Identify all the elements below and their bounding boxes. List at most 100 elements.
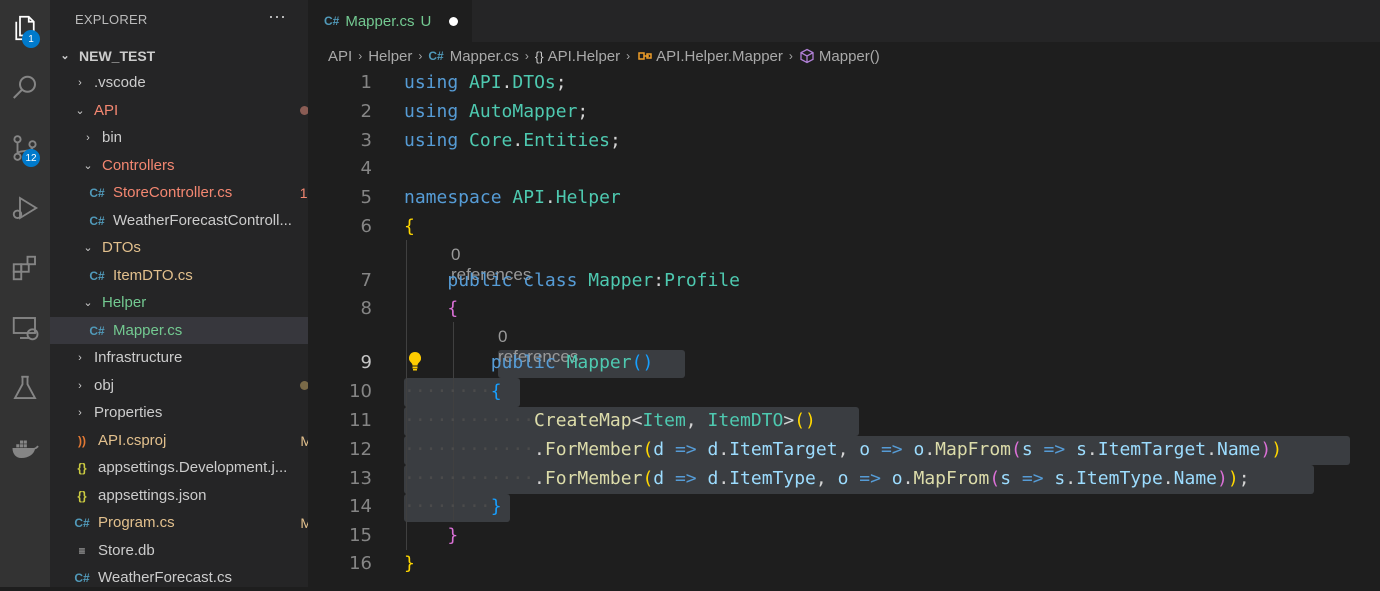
code-line: }: [447, 525, 459, 546]
code-line: {: [404, 216, 415, 237]
tree-item-label: API.csproj: [98, 432, 167, 449]
line-number: 12: [349, 439, 372, 460]
line-number: 4: [360, 158, 372, 179]
line-number: 11: [349, 410, 372, 431]
search-icon[interactable]: [0, 64, 50, 112]
tree-item-appsettings-dev[interactable]: {} appsettings.Development.j...: [50, 454, 332, 481]
tree-item-mapper[interactable]: C# Mapper.cs U: [50, 317, 347, 344]
tree-item-apicsproj[interactable]: )) API.csproj M: [50, 427, 332, 454]
tree-item-program[interactable]: C# Program.cs M: [50, 509, 332, 536]
line-number: 5: [360, 187, 372, 208]
tree-item-label: .vscode: [94, 74, 146, 91]
tree-item-label: ItemDTO.cs: [113, 267, 193, 284]
code-line: public Mapper(): [490, 352, 654, 373]
code-line: ········{: [404, 381, 502, 402]
database-file-icon: ≡: [78, 543, 86, 558]
breadcrumb-item[interactable]: Mapper.cs: [450, 48, 519, 65]
line-number: 9: [360, 352, 372, 373]
activity-bar: 1 12: [0, 0, 50, 587]
tree-item-label: DTOs: [102, 239, 141, 256]
line-number: 13: [349, 468, 372, 489]
extensions-icon[interactable]: [0, 244, 50, 292]
breadcrumb: API › Helper › C# Mapper.cs › {} API.Hel…: [328, 44, 880, 68]
code-line: using Core.Entities;: [404, 130, 621, 151]
unsaved-dot-icon[interactable]: [449, 16, 459, 26]
csharp-file-icon: C#: [89, 323, 105, 338]
run-debug-icon[interactable]: [0, 184, 50, 232]
json-file-icon: {}: [77, 460, 87, 475]
tree-item-label: appsettings.Development.j...: [98, 459, 288, 476]
code-line: ············CreateMap<Item, ItemDTO>(): [404, 410, 816, 431]
chevron-down-icon: ⌄: [83, 297, 93, 309]
remote-explorer-icon[interactable]: [0, 304, 50, 352]
tree-item-properties[interactable]: › Properties: [50, 399, 331, 426]
csharp-file-icon: C#: [428, 49, 444, 63]
tree-item-label: Infrastructure: [94, 349, 183, 366]
code-line: ············.ForMember(d => d.ItemTarget…: [404, 439, 1283, 460]
tree-item-label: Program.cs: [98, 514, 175, 531]
line-number: 8: [360, 298, 372, 319]
tree-item-itemdto[interactable]: C# ItemDTO.cs 4: [50, 262, 347, 289]
chevron-right-icon: ›: [788, 49, 793, 63]
tree-item-label: Properties: [94, 404, 163, 421]
docker-icon[interactable]: [0, 424, 50, 472]
source-control-badge: 12: [22, 149, 40, 167]
code-line: ········}: [404, 496, 502, 517]
tree-item-weatherforecastcontroller[interactable]: C# WeatherForecastControll...: [50, 207, 347, 234]
tree-item-bin[interactable]: › bin: [50, 124, 339, 151]
explorer-title: EXPLORER: [75, 12, 148, 27]
tree-item-helper[interactable]: ⌄ Helper: [50, 289, 339, 316]
explorer-sidebar: EXPLORER ··· ⌄ NEW_TEST › .vscode ⌄ API …: [50, 0, 347, 587]
breadcrumb-item[interactable]: Mapper(): [819, 48, 880, 65]
tree-item-vscode[interactable]: › .vscode: [50, 69, 331, 96]
tree-item-label: Mapper.cs: [113, 322, 183, 339]
chevron-right-icon: ›: [78, 351, 82, 364]
chevron-right-icon: ›: [524, 49, 529, 63]
tree-item-storedb[interactable]: ≡ Store.db: [50, 537, 332, 564]
tree-item-storecontroller[interactable]: C# StoreController.cs 1, M: [50, 179, 347, 206]
breadcrumb-item[interactable]: API.Helper: [548, 48, 621, 65]
rss-file-icon: )): [78, 433, 86, 448]
breadcrumb-item[interactable]: Helper: [368, 48, 412, 65]
tree-item-label: WeatherForecastControll...: [113, 212, 292, 229]
chevron-right-icon: ›: [418, 49, 423, 63]
workspace-root-label: NEW_TEST: [79, 47, 156, 64]
workspace-root[interactable]: ⌄ NEW_TEST: [50, 42, 316, 69]
editor-area: C# Mapper.cs U API › Helper › C# Mapper.…: [308, 0, 1380, 587]
tree-item-label: appsettings.json: [98, 487, 207, 504]
tree-item-obj[interactable]: › obj: [50, 372, 331, 399]
breadcrumb-item[interactable]: API: [328, 48, 352, 65]
csharp-file-icon: C#: [89, 213, 105, 228]
tree-item-label: StoreController.cs: [113, 184, 233, 201]
line-number: 1: [360, 72, 372, 93]
tree-item-label: Controllers: [102, 157, 175, 174]
breadcrumb-item[interactable]: API.Helper.Mapper: [656, 48, 783, 65]
code-line: using API.DTOs;: [404, 72, 567, 93]
code-line: namespace API.Helper: [404, 187, 621, 208]
chevron-down-icon: ⌄: [75, 105, 85, 117]
chevron-down-icon: ⌄: [83, 242, 93, 254]
tree-item-label: Helper: [102, 294, 147, 311]
tab-title: Mapper.cs: [345, 12, 415, 30]
method-icon: [800, 48, 814, 64]
csharp-file-icon: C#: [324, 14, 340, 28]
tree-item-label: obj: [94, 377, 115, 394]
line-number: 14: [349, 496, 372, 517]
tree-item-infrastructure[interactable]: › Infrastructure: [50, 344, 331, 371]
chevron-right-icon: ›: [626, 49, 631, 63]
json-file-icon: {}: [77, 488, 87, 503]
tab-status: U: [420, 12, 432, 30]
chevron-right-icon: ›: [78, 76, 82, 89]
csharp-file-icon: C#: [74, 570, 90, 585]
tree-item-appsettings[interactable]: {} appsettings.json: [50, 482, 332, 509]
tree-item-api[interactable]: ⌄ API: [50, 97, 331, 124]
code-line: }: [404, 553, 415, 574]
tab-mapper-cs[interactable]: C# Mapper.cs U: [308, 0, 472, 42]
line-number: 15: [349, 525, 372, 546]
testing-icon[interactable]: [0, 364, 50, 412]
tree-item-controllers[interactable]: ⌄ Controllers: [50, 152, 339, 179]
chevron-down-icon: ⌄: [83, 160, 93, 172]
more-actions-icon[interactable]: ···: [268, 6, 286, 27]
tree-item-dtos[interactable]: ⌄ DTOs: [50, 234, 339, 261]
class-icon: [638, 52, 652, 60]
